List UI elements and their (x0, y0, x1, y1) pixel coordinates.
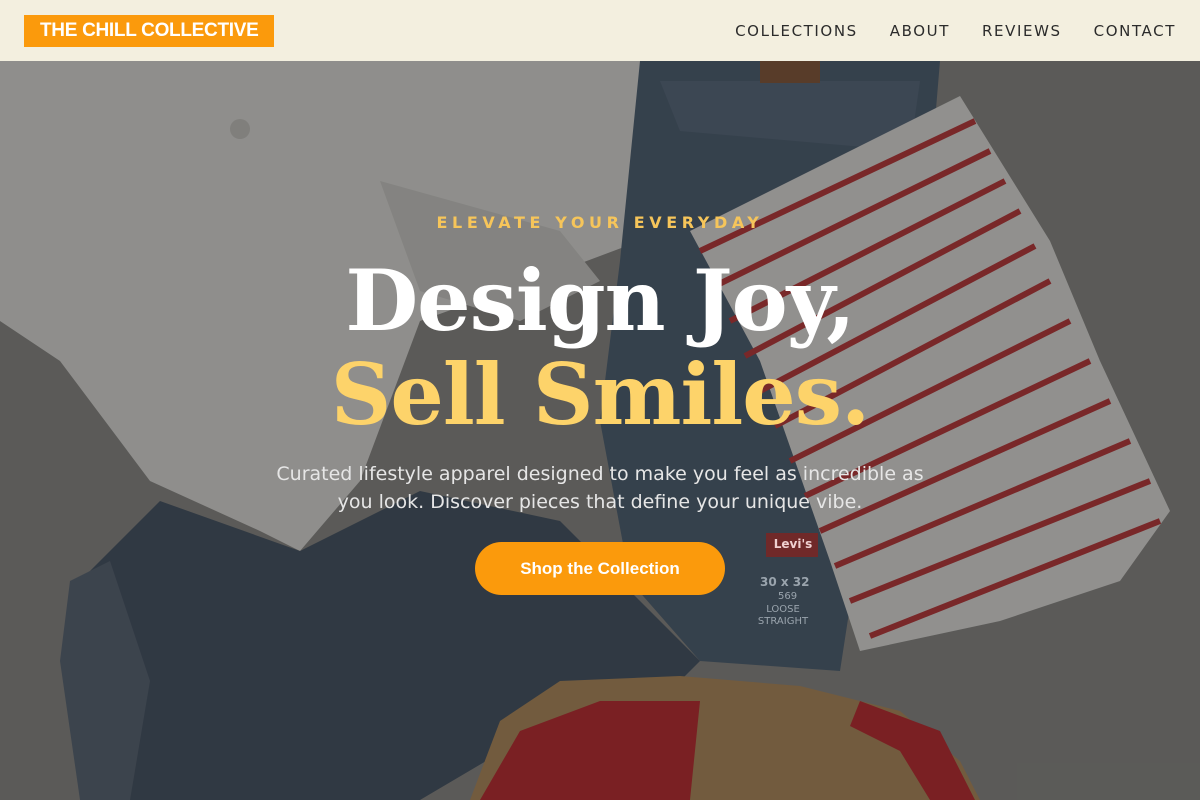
nav-about[interactable]: ABOUT (890, 22, 950, 40)
jeans-fit-label: LOOSE STRAIGHT (757, 604, 809, 627)
nav-collections[interactable]: COLLECTIONS (735, 22, 858, 40)
headline-line-1: Design Joy, (345, 251, 855, 350)
hero-headline: Design Joy, Sell Smiles. (330, 251, 871, 444)
hero-eyebrow: ELEVATE YOUR EVERYDAY (436, 213, 764, 232)
shop-collection-button[interactable]: Shop the Collection (475, 542, 725, 595)
jeans-size-label: 30 x 32 (760, 575, 810, 589)
main-nav: COLLECTIONS ABOUT REVIEWS CONTACT (735, 22, 1176, 40)
site-header: THE CHILL COLLECTIVE COLLECTIONS ABOUT R… (0, 0, 1200, 61)
nav-reviews[interactable]: REVIEWS (982, 22, 1062, 40)
hero-section: ELEVATE YOUR EVERYDAY Design Joy, Sell S… (0, 61, 1200, 800)
brand-logo[interactable]: THE CHILL COLLECTIVE (24, 14, 275, 47)
jeans-model-label: 569 (778, 591, 798, 602)
jeans-brand-label: Levi's (773, 537, 813, 551)
nav-contact[interactable]: CONTACT (1094, 22, 1176, 40)
hero-content: ELEVATE YOUR EVERYDAY Design Joy, Sell S… (0, 61, 1200, 800)
headline-line-2: Sell Smiles. (330, 345, 871, 444)
hero-subtitle: Curated lifestyle apparel designed to ma… (276, 463, 924, 513)
